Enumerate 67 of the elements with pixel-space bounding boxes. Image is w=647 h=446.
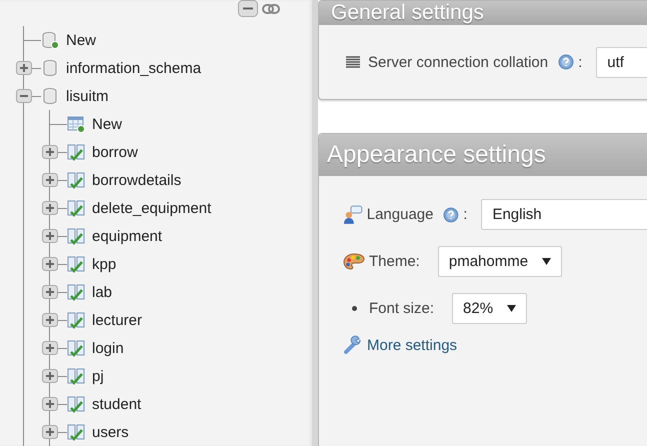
- more-settings-link[interactable]: More settings: [367, 336, 458, 354]
- table-icon: [67, 227, 85, 245]
- tree-item[interactable]: pj: [92, 368, 104, 384]
- tree-item[interactable]: lecturer: [92, 312, 142, 328]
- field-label: Language: [366, 206, 434, 223]
- expand-icon[interactable]: [42, 285, 58, 299]
- tree-item[interactable]: information_schema: [66, 60, 202, 76]
- link-icon[interactable]: [262, 4, 280, 14]
- person-speech-icon: [343, 204, 363, 224]
- palette-icon: [343, 252, 365, 272]
- table-icon: [67, 171, 85, 189]
- table-icon: [67, 199, 85, 217]
- tree-item[interactable]: New: [92, 116, 122, 132]
- expand-icon[interactable]: [42, 369, 58, 383]
- table-icon: [67, 395, 85, 413]
- expand-icon[interactable]: [42, 257, 58, 271]
- list-icon: [346, 55, 360, 69]
- input-field[interactable]: English: [481, 199, 647, 230]
- tree-item[interactable]: borrow: [92, 144, 138, 160]
- collapse-all-icon[interactable]: [238, 0, 258, 17]
- help-icon[interactable]: [558, 54, 574, 70]
- table-icon: [67, 367, 85, 385]
- expand-icon[interactable]: [42, 201, 58, 215]
- tree-item[interactable]: kpp: [92, 256, 116, 272]
- caret-icon: [542, 258, 552, 265]
- tree-item[interactable]: login: [92, 340, 124, 356]
- wrench-icon: [343, 335, 363, 355]
- expand-icon[interactable]: [42, 425, 58, 439]
- caret-icon: [507, 305, 516, 312]
- tree-item[interactable]: student: [92, 396, 142, 412]
- expand-icon[interactable]: [16, 61, 32, 75]
- tree-item[interactable]: lab: [92, 284, 112, 300]
- dropdown[interactable]: pmahomme: [438, 246, 562, 277]
- field-label: Font size:: [369, 300, 434, 317]
- tree-item[interactable]: delete_equipment: [92, 200, 212, 216]
- collapse-icon[interactable]: [16, 89, 32, 103]
- expand-icon[interactable]: [42, 313, 58, 327]
- expand-icon[interactable]: [42, 145, 58, 159]
- expand-icon[interactable]: [42, 341, 58, 355]
- colon-text: :: [578, 54, 582, 70]
- table-icon: [67, 311, 85, 329]
- field-label: Server connection collation: [368, 54, 548, 70]
- table-icon: [67, 339, 85, 357]
- expand-icon[interactable]: [42, 397, 58, 411]
- panel-title: Appearance settings: [319, 134, 647, 176]
- tree-item[interactable]: users: [92, 424, 129, 440]
- table-icon: [67, 283, 85, 301]
- help-icon[interactable]: [443, 206, 460, 222]
- new-table-icon[interactable]: [67, 115, 85, 133]
- dropdown[interactable]: 82%: [452, 293, 528, 324]
- database-icon: [41, 59, 59, 77]
- table-icon: [67, 143, 85, 161]
- table-icon: [67, 423, 85, 441]
- panel-title: General settings: [319, 1, 647, 25]
- expand-icon[interactable]: [42, 173, 58, 187]
- tree-item[interactable]: lisuitm: [66, 88, 109, 104]
- colon-text: :: [463, 206, 468, 223]
- tree-item[interactable]: equipment: [92, 228, 162, 244]
- input-field[interactable]: utf: [596, 46, 647, 78]
- tree-item[interactable]: New: [66, 32, 96, 48]
- new-database-icon[interactable]: [41, 31, 59, 49]
- table-icon: [67, 255, 85, 273]
- tree-item[interactable]: borrowdetails: [92, 172, 182, 188]
- bullet-icon: [352, 306, 357, 311]
- field-label: Theme:: [369, 253, 420, 270]
- expand-icon[interactable]: [42, 229, 58, 243]
- database-icon: [41, 87, 59, 105]
